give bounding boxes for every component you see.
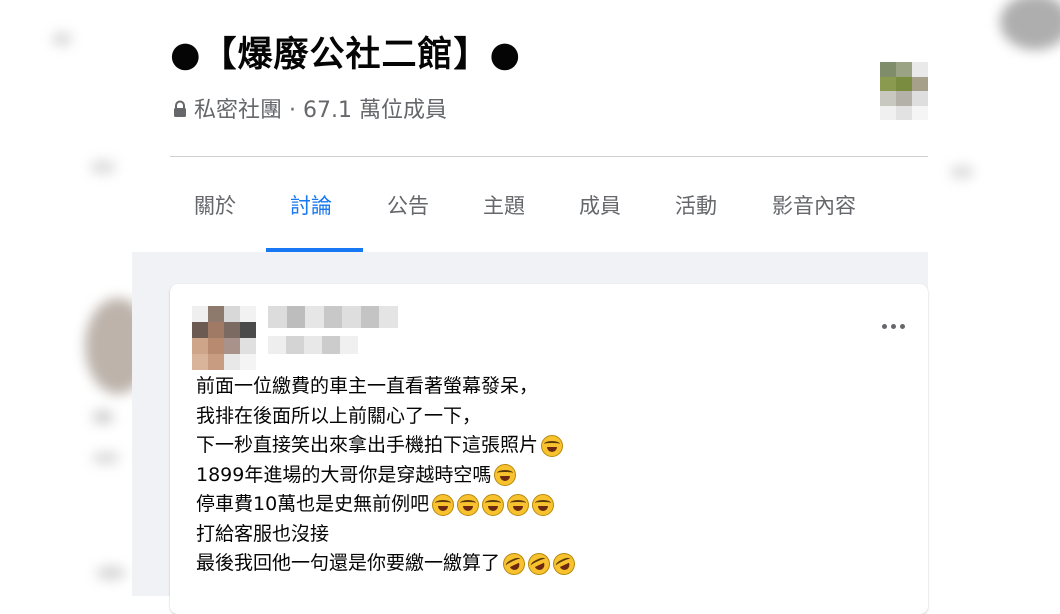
group-tabs: 關於 討論 公告 主題 成員 活動 影音內容 bbox=[170, 158, 928, 252]
rolling-on-floor-laughing-icon bbox=[524, 549, 554, 579]
face-with-tears-of-joy-icon bbox=[507, 493, 530, 516]
lock-icon bbox=[172, 99, 188, 117]
background-blur bbox=[950, 165, 974, 179]
post-line: 停車費10萬也是史無前例吧 bbox=[196, 490, 896, 520]
author-name-pixelated[interactable] bbox=[268, 306, 398, 328]
face-with-tears-of-joy-icon bbox=[482, 493, 505, 516]
more-options-icon-dot bbox=[890, 323, 896, 329]
face-with-tears-of-joy-icon bbox=[532, 493, 555, 516]
tab-discussion[interactable]: 討論 bbox=[290, 190, 332, 220]
post-line-text: 停車費10萬也是史無前例吧 bbox=[196, 493, 430, 515]
background-blur bbox=[90, 160, 116, 174]
background-blur bbox=[1000, 0, 1060, 50]
tab-members[interactable]: 成員 bbox=[579, 190, 621, 220]
rolling-on-floor-laughing-icon bbox=[499, 549, 529, 579]
post-line-text: 打給客服也沒接 bbox=[196, 522, 330, 545]
group-privacy-members[interactable]: 私密社團 · 67.1 萬位成員 bbox=[194, 92, 447, 124]
post-line: 打給客服也沒接 bbox=[196, 520, 896, 550]
author-avatar-pixelated[interactable] bbox=[192, 306, 256, 370]
tab-topics[interactable]: 主題 bbox=[483, 190, 525, 220]
more-options-icon-dot bbox=[899, 323, 905, 329]
more-options-icon bbox=[881, 323, 887, 329]
post-line-text: 下一秒直接笑出來拿出手機拍下這張照片 bbox=[196, 434, 539, 456]
tab-media[interactable]: 影音內容 bbox=[772, 190, 856, 220]
post-line-text: 1899年進場的大哥你是穿越時空嗎 bbox=[196, 463, 492, 486]
post-line: 前面一位繳費的車主一直看著螢幕發呆， bbox=[196, 372, 896, 402]
header-divider bbox=[170, 156, 928, 157]
group-title[interactable]: ●【爆廢公社二館】● bbox=[170, 26, 521, 77]
post-line: 我排在後面所以上前關心了一下， bbox=[196, 402, 896, 432]
background-blur bbox=[52, 32, 72, 46]
rolling-on-floor-laughing-icon bbox=[549, 549, 579, 579]
post-card: 前面一位繳費的車主一直看著螢幕發呆， 我排在後面所以上前關心了一下， 下一秒直接笑出… bbox=[170, 284, 928, 614]
post-text: 前面一位繳費的車主一直看著螢幕發呆， 我排在後面所以上前關心了一下， 下一秒直接笑出… bbox=[196, 372, 896, 579]
member-avatar-pixelated[interactable] bbox=[880, 62, 928, 120]
tab-announcements[interactable]: 公告 bbox=[387, 190, 429, 220]
post-timestamp-pixelated[interactable] bbox=[268, 336, 358, 354]
post-line: 1899年進場的大哥你是穿越時空嗎 bbox=[196, 461, 896, 491]
face-with-tears-of-joy-icon bbox=[541, 434, 564, 457]
more-options-button[interactable] bbox=[876, 316, 910, 336]
post-line: 最後我回他一句還是你要繳一繳算了 bbox=[196, 549, 896, 579]
post-line-text: 我排在後面所以上前關心了一下， bbox=[196, 404, 482, 427]
post-line-text: 最後我回他一句還是你要繳一繳算了 bbox=[196, 552, 501, 574]
face-with-tears-of-joy-icon bbox=[494, 464, 517, 487]
background-blur bbox=[96, 566, 126, 580]
tab-about[interactable]: 關於 bbox=[194, 190, 236, 220]
post-line: 下一秒直接笑出來拿出手機拍下這張照片 bbox=[196, 431, 896, 461]
face-with-tears-of-joy-icon bbox=[432, 493, 455, 516]
group-meta: 私密社團 · 67.1 萬位成員 bbox=[172, 92, 447, 124]
background-blur bbox=[92, 452, 120, 464]
face-with-tears-of-joy-icon bbox=[457, 493, 480, 516]
tab-events[interactable]: 活動 bbox=[675, 190, 717, 220]
post-line-text: 前面一位繳費的車主一直看著螢幕發呆， bbox=[196, 375, 539, 397]
background-blur bbox=[92, 410, 114, 424]
